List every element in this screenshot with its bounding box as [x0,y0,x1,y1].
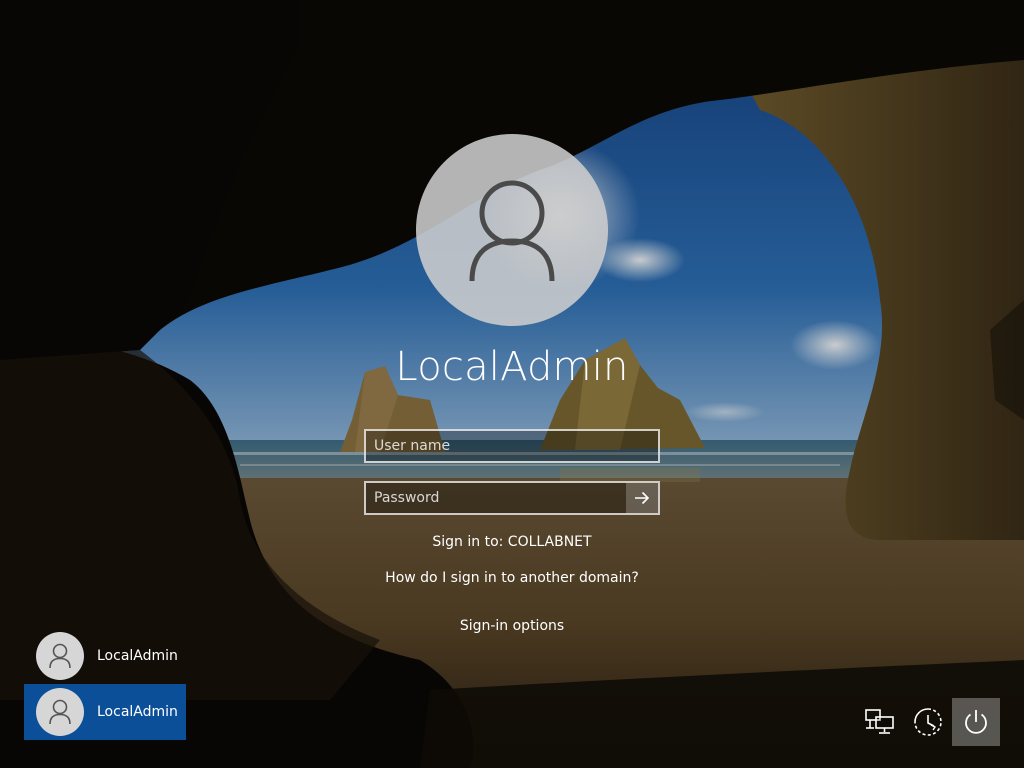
power-button[interactable] [952,698,1000,746]
user-avatar [416,134,608,326]
other-domain-link[interactable]: How do I sign in to another domain? [262,570,762,586]
network-icon [865,709,894,734]
user-list-item[interactable]: LocalAdmin [24,628,186,684]
password-input[interactable] [366,483,628,513]
submit-button[interactable] [626,483,658,513]
power-icon [965,710,987,734]
sign-in-domain-label: Sign in to: COLLABNET [432,534,592,550]
person-icon [49,699,71,725]
ease-of-access-button[interactable] [904,698,952,746]
user-list-label: LocalAdmin [97,648,178,664]
avatar [36,632,84,680]
lock-screen: LocalAdmin Sign in to: COLLABNET How do … [0,0,1024,768]
password-field [364,481,660,515]
arrow-right-icon [635,491,650,505]
user-display-name: LocalAdmin [395,344,629,390]
person-icon [469,180,555,282]
user-list-label: LocalAdmin [97,704,178,720]
ease-of-access-icon [914,708,942,736]
network-button[interactable] [856,698,904,746]
user-list-item-selected[interactable]: LocalAdmin [24,684,186,740]
username-input[interactable] [366,431,658,461]
username-field [364,429,660,463]
sign-in-options-link[interactable]: Sign-in options [262,618,762,634]
person-icon [49,643,71,669]
avatar [36,688,84,736]
